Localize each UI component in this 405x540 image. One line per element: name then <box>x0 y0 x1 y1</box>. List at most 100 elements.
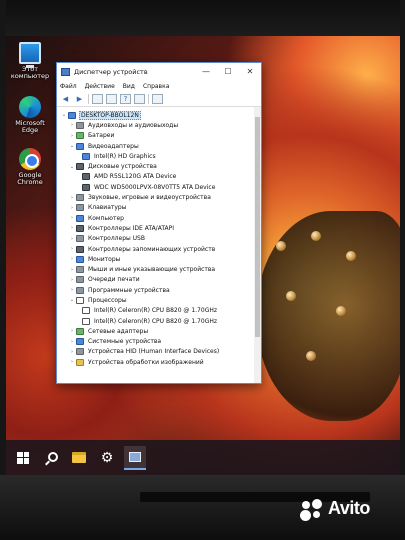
avito-logo-icon <box>300 498 324 521</box>
tree-category-label: Системные устройства <box>88 338 162 346</box>
processor-icon <box>82 307 90 315</box>
tree-category[interactable]: › Батареи <box>60 131 261 141</box>
close-button[interactable]: ✕ <box>239 63 261 80</box>
wallpaper-armor <box>256 211 400 421</box>
tree-category[interactable]: › Контроллеры запоминающих устройств <box>60 244 261 254</box>
tree-category-label: Клавиатуры <box>88 204 127 212</box>
scan-hardware-icon[interactable] <box>152 94 163 104</box>
tree-category[interactable]: › Устройства HID (Human Interface Devices… <box>60 347 261 357</box>
tree-category[interactable]: › Очереди печати <box>60 275 261 285</box>
avito-watermark-text: Avito <box>328 498 370 518</box>
tree-category[interactable]: › Аудиовходы и аудиовыходы <box>60 120 261 130</box>
tree-category[interactable]: › Контроллеры USB <box>60 234 261 244</box>
tree-category[interactable]: › Звуковые, игровые и видеоустройства <box>60 192 261 202</box>
help-icon[interactable]: ? <box>120 94 131 104</box>
tree-device[interactable]: WDC WD5000LPVX-08V0TT5 ATA Device <box>60 182 261 192</box>
system-device-icon <box>76 338 84 346</box>
tree-category[interactable]: ⌄ Видеоадаптеры <box>60 141 261 151</box>
file-explorer-button[interactable] <box>68 446 90 470</box>
settings-button[interactable]: ⚙ <box>96 446 118 470</box>
expand-arrow-icon[interactable]: › <box>68 195 76 201</box>
tree-category-label: Процессоры <box>88 296 127 304</box>
software-device-icon <box>76 286 84 294</box>
menu-file[interactable]: Файл <box>60 83 77 90</box>
expand-arrow-icon[interactable]: › <box>68 328 76 334</box>
minimize-button[interactable]: — <box>195 63 217 80</box>
tree-category[interactable]: › Клавиатуры <box>60 203 261 213</box>
tree-category[interactable]: ⌄ Процессоры <box>60 295 261 305</box>
tree-device[interactable]: AMD R5SL120G ATA Device <box>60 172 261 182</box>
expand-arrow-icon[interactable]: › <box>68 205 76 211</box>
expand-arrow-icon[interactable]: › <box>68 236 76 242</box>
tree-device-label: Intel(R) Celeron(R) CPU B820 @ 1.70GHz <box>94 317 218 325</box>
device-manager-icon <box>129 451 141 462</box>
tree-category-label: Батареи <box>88 132 115 140</box>
tree-category[interactable]: › Системные устройства <box>60 337 261 347</box>
expand-arrow-icon[interactable]: › <box>68 122 76 128</box>
back-arrow-icon[interactable]: ◀ <box>60 94 71 104</box>
tree-device[interactable]: Intel(R) Celeron(R) CPU B820 @ 1.70GHz <box>60 316 261 326</box>
collapse-arrow-icon[interactable]: ⌄ <box>68 297 76 303</box>
tree-category[interactable]: › Контроллеры IDE ATA/ATAPI <box>60 223 261 233</box>
desktop-icon-this-pc[interactable]: Этот компьютер <box>8 42 52 81</box>
tree-category[interactable]: ⌄ Дисковые устройства <box>60 161 261 171</box>
vertical-scrollbar[interactable] <box>254 107 261 383</box>
expand-arrow-icon[interactable]: › <box>68 267 76 273</box>
start-button[interactable] <box>12 446 34 470</box>
device-manager-taskbar-button[interactable] <box>124 445 146 470</box>
device-manager-window[interactable]: Диспетчер устройств — ☐ ✕ Файл Действие … <box>56 62 262 384</box>
tree-device[interactable]: Intel(R) Celeron(R) CPU B820 @ 1.70GHz <box>60 306 261 316</box>
collapse-arrow-icon[interactable]: ⌄ <box>68 164 76 170</box>
expand-arrow-icon[interactable]: › <box>68 349 76 355</box>
tree-category[interactable]: › Сетевые адаптеры <box>60 326 261 336</box>
expand-arrow-icon[interactable]: › <box>68 287 76 293</box>
tree-root[interactable]: ⌄ DESKTOP-BBOL12N <box>60 110 261 120</box>
tree-device[interactable]: Intel(R) HD Graphics <box>60 151 261 161</box>
properties-icon[interactable] <box>92 94 103 104</box>
expand-arrow-icon[interactable]: › <box>68 256 76 262</box>
tree-category-label: Дисковые устройства <box>88 163 157 171</box>
menu-bar: Файл Действие Вид Справка <box>57 80 261 92</box>
expand-arrow-icon[interactable]: › <box>68 225 76 231</box>
expand-arrow-icon[interactable]: › <box>68 359 76 365</box>
disk-drive-icon <box>76 163 84 171</box>
desktop-icon-chrome[interactable]: Google Chrome <box>8 148 52 187</box>
expand-arrow-icon[interactable]: › <box>68 246 76 252</box>
hid-icon <box>76 348 84 356</box>
imaging-device-icon <box>76 358 84 366</box>
tree-category[interactable]: › Устройства обработки изображений <box>60 357 261 367</box>
expand-arrow-icon[interactable]: › <box>68 339 76 345</box>
forward-arrow-icon[interactable]: ▶ <box>74 94 85 104</box>
keyboard-icon <box>76 204 84 212</box>
tree-category[interactable]: › Компьютер <box>60 213 261 223</box>
tree-category[interactable]: › Программные устройства <box>60 285 261 295</box>
collapse-arrow-icon[interactable]: ⌄ <box>68 143 76 149</box>
search-button[interactable] <box>40 446 62 470</box>
edge-icon <box>19 96 41 118</box>
tree-category[interactable]: › Мониторы <box>60 254 261 264</box>
desktop-icon-edge[interactable]: Microsoft Edge <box>8 96 52 135</box>
tree-device-label: Intel(R) Celeron(R) CPU B820 @ 1.70GHz <box>94 307 218 315</box>
maximize-button[interactable]: ☐ <box>217 63 239 80</box>
collapse-arrow-icon[interactable]: ⌄ <box>60 112 68 118</box>
tree-category-label: Контроллеры IDE ATA/ATAPI <box>88 224 175 232</box>
expand-arrow-icon[interactable]: › <box>68 215 76 221</box>
tree-category[interactable]: › Мыши и иные указывающие устройства <box>60 264 261 274</box>
settings-icon: ⚙ <box>100 449 114 466</box>
scrollbar-thumb[interactable] <box>255 117 260 337</box>
menu-view[interactable]: Вид <box>123 83 135 90</box>
tree-category-label: Звуковые, игровые и видеоустройства <box>88 194 211 202</box>
title-bar[interactable]: Диспетчер устройств — ☐ ✕ <box>57 63 261 80</box>
expand-arrow-icon[interactable]: › <box>68 277 76 283</box>
expand-arrow-icon[interactable]: › <box>68 133 76 139</box>
mouse-icon <box>76 266 84 274</box>
tree-category-label: Устройства HID (Human Interface Devices) <box>88 348 220 356</box>
menu-help[interactable]: Справка <box>143 83 169 90</box>
view-icon[interactable] <box>134 94 145 104</box>
menu-action[interactable]: Действие <box>85 83 115 90</box>
battery-icon <box>76 132 84 140</box>
show-hidden-icon[interactable] <box>106 94 117 104</box>
tree-category-label: Мыши и иные указывающие устройства <box>88 266 216 274</box>
tree-device-label: AMD R5SL120G ATA Device <box>94 173 177 181</box>
processor-icon <box>82 317 90 325</box>
